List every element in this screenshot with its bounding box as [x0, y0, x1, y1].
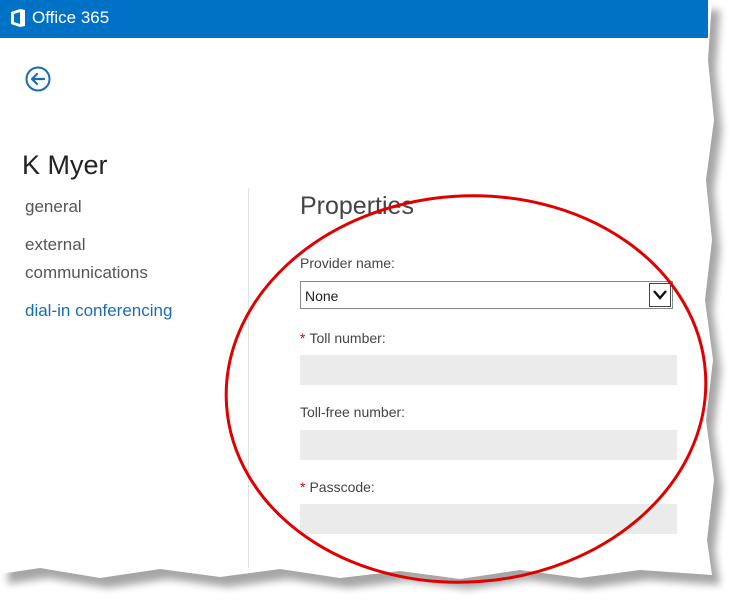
screenshot-page: Office 365 K Myer general external commu… [0, 0, 745, 614]
provider-name-label: Provider name: [300, 255, 395, 271]
required-marker: * [300, 330, 306, 346]
passcode-label: * Passcode: [300, 479, 375, 495]
required-marker: * [300, 479, 306, 495]
chevron-down-icon[interactable] [649, 283, 671, 307]
passcode-input[interactable] [300, 504, 677, 534]
nav-item-general[interactable]: general [25, 193, 225, 221]
nav-item-label-line2: communications [25, 263, 148, 282]
provider-name-select[interactable]: None [300, 281, 673, 309]
passcode-label-text: Passcode: [309, 479, 375, 495]
nav-item-dial-in-conferencing[interactable]: dial-in conferencing [25, 297, 225, 325]
app-title: Office 365 [32, 8, 110, 27]
toll-number-input[interactable] [300, 355, 677, 385]
toll-free-number-input[interactable] [300, 430, 677, 460]
user-name-title: K Myer [22, 150, 108, 180]
nav-item-external-communications[interactable]: external communications [25, 231, 225, 287]
provider-name-value: None [305, 288, 339, 304]
left-nav: general external communications dial-in … [25, 193, 225, 325]
nav-item-label-line1: external [25, 235, 86, 254]
toll-number-label-text: Toll number: [309, 330, 386, 346]
vertical-divider [248, 188, 249, 568]
toll-number-label: * Toll number: [300, 330, 386, 346]
office-logo[interactable]: Office 365 [10, 8, 109, 28]
toll-free-number-label: Toll-free number: [300, 404, 406, 420]
office-icon [11, 9, 25, 27]
top-bar: Office 365 [0, 0, 708, 38]
back-arrow-icon[interactable] [25, 66, 51, 92]
properties-title: Properties [300, 192, 414, 220]
